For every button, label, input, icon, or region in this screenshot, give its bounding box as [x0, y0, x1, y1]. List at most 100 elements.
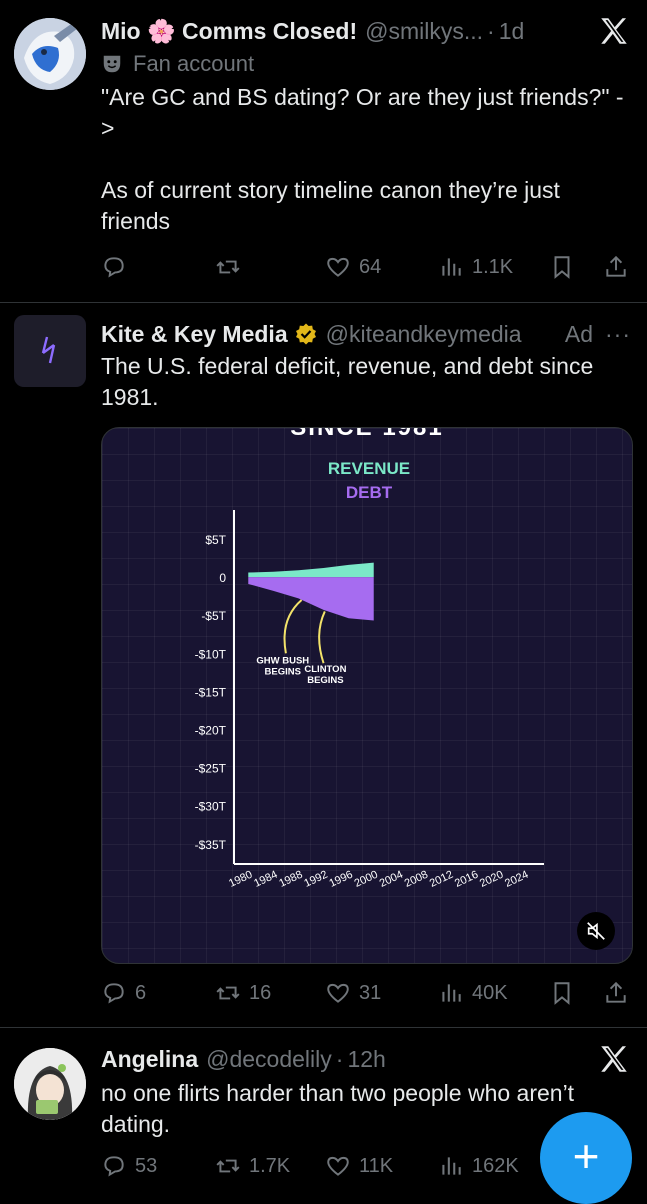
view-count: 40K: [472, 981, 508, 1004]
x-tick-label: 1988: [277, 869, 304, 890]
tweet-header: Mio 🌸 Comms Closed! @smilkys... · 1d: [101, 17, 525, 45]
tweet-text: The U.S. federal deficit, revenue, and d…: [101, 353, 600, 410]
x-tick-label: 1996: [327, 869, 354, 890]
bookmark-icon: [554, 256, 570, 279]
display-name[interactable]: Mio 🌸 Comms Closed!: [101, 18, 357, 45]
heart-icon: [327, 257, 349, 277]
view-count: 162K: [472, 1154, 519, 1177]
like-button[interactable]: 11K: [325, 1148, 393, 1184]
timestamp[interactable]: 12h: [347, 1046, 385, 1073]
reply-count: 53: [135, 1154, 158, 1177]
bookmark-icon: [554, 982, 570, 1005]
reply-button[interactable]: [101, 249, 127, 285]
user-handle[interactable]: @kiteandkeymedia: [326, 321, 522, 348]
lightning-logo-icon: [41, 336, 56, 364]
share-button[interactable]: [603, 975, 629, 1011]
views-button[interactable]: 40K: [438, 975, 508, 1011]
tweet-header: Angelina @decodelily · 12h: [101, 1045, 386, 1073]
retweet-button[interactable]: [215, 249, 241, 285]
y-tick-label: -$20T: [195, 724, 227, 738]
y-tick-label: 0: [219, 571, 226, 585]
x-tick-label: 2008: [403, 869, 430, 890]
reply-icon: [104, 1156, 124, 1177]
verified-badge-icon: [295, 323, 316, 345]
fan-account-label: Fan account: [101, 50, 254, 78]
timestamp[interactable]: 1d: [499, 18, 525, 45]
heart-icon: [327, 983, 349, 1003]
x-tick-label: 2000: [353, 869, 380, 890]
like-count: 31: [359, 981, 382, 1004]
reply-button[interactable]: 6: [101, 975, 146, 1011]
legend-revenue: REVENUE: [328, 459, 410, 478]
view-count: 1.1K: [472, 255, 514, 278]
like-count: 64: [359, 255, 382, 278]
reply-button[interactable]: 53: [101, 1148, 157, 1184]
tweet-text: "Are GC and BS dating? Or are they just …: [101, 84, 624, 234]
y-tick-label: -$10T: [195, 647, 227, 661]
like-button[interactable]: 31: [325, 975, 381, 1011]
reply-icon: [104, 257, 124, 278]
plus-icon: +: [572, 1130, 600, 1182]
heart-icon: [327, 1156, 349, 1176]
y-tick-label: -$5T: [201, 609, 226, 623]
x-tick-label: 2012: [428, 869, 455, 890]
retweet-button[interactable]: 16: [215, 975, 271, 1011]
y-tick-label: $5T: [205, 533, 226, 547]
reply-icon: [104, 983, 124, 1004]
y-tick-label: -$15T: [195, 685, 227, 699]
tweet-mio[interactable]: Mio 🌸 Comms Closed! @smilkys... · 1d Fan…: [0, 0, 647, 303]
x-logo-icon: [601, 18, 627, 44]
user-handle[interactable]: @smilkys...: [365, 18, 483, 45]
annotation-bush-line1: GHW BUSH: [256, 655, 309, 666]
chart-video-card[interactable]: SINCE 1981 REVENUE DEBT $5T 0 -$5T -$10T -$15T -…: [101, 427, 633, 964]
deficit-chart: SINCE 1981 REVENUE DEBT $5T 0 -$5T -$10T -$15T -…: [195, 428, 544, 890]
compose-button[interactable]: +: [540, 1112, 632, 1204]
retweet-count: 16: [249, 981, 272, 1004]
more-options-icon[interactable]: ···: [605, 321, 631, 348]
mute-button[interactable]: [577, 912, 615, 950]
share-icon: [606, 981, 626, 1003]
retweet-button[interactable]: 1.7K: [215, 1148, 290, 1184]
x-tick-label: 1992: [302, 869, 329, 890]
like-button[interactable]: 64: [325, 249, 381, 285]
retweet-icon: [216, 260, 240, 274]
views-icon: [442, 1157, 461, 1175]
user-handle[interactable]: @decodelily: [206, 1046, 332, 1073]
annotation-bush-line2: BEGINS: [265, 666, 301, 677]
views-icon: [442, 984, 461, 1002]
views-button[interactable]: 1.1K: [438, 249, 513, 285]
bookmark-button[interactable]: [549, 249, 575, 285]
reply-count: 6: [135, 981, 147, 1004]
ad-label: Ad: [564, 320, 594, 347]
theater-mask-icon: [103, 55, 121, 73]
y-tick-label: -$35T: [195, 838, 227, 852]
tweet-actions: 6 16 31 40K: [101, 975, 631, 1011]
debt-area: [248, 577, 374, 621]
display-name[interactable]: Kite & Key Media: [101, 321, 288, 348]
avatar-angelina[interactable]: [14, 1048, 86, 1120]
share-icon: [606, 255, 626, 277]
views-button[interactable]: 162K: [438, 1148, 519, 1184]
x-tick-label: 1980: [227, 869, 254, 890]
x-tick-label: 2020: [478, 869, 505, 890]
x-logo-icon: [601, 1046, 627, 1072]
display-name[interactable]: Angelina: [101, 1046, 198, 1073]
annotation-clinton-line2: BEGINS: [307, 675, 343, 686]
avatar-mio[interactable]: [14, 18, 86, 90]
speaker-muted-icon: [587, 922, 605, 940]
share-button[interactable]: [603, 249, 629, 285]
bookmark-button[interactable]: [549, 975, 575, 1011]
legend-debt: DEBT: [346, 483, 393, 502]
x-tick-label: 2004: [378, 869, 405, 890]
retweet-icon: [216, 986, 240, 1000]
y-tick-label: -$25T: [195, 762, 227, 776]
retweet-icon: [216, 1159, 240, 1173]
annotation-arrow-clinton: [318, 610, 326, 664]
y-tick-label: -$30T: [195, 800, 227, 814]
x-tick-label: 2024: [503, 869, 530, 890]
chart-title: SINCE 1981: [290, 428, 443, 441]
views-icon: [442, 258, 461, 276]
tweet-actions: 64 1.1K: [101, 249, 631, 285]
annotation-arrow-bush: [283, 599, 303, 654]
avatar-kite-key[interactable]: [14, 315, 86, 387]
